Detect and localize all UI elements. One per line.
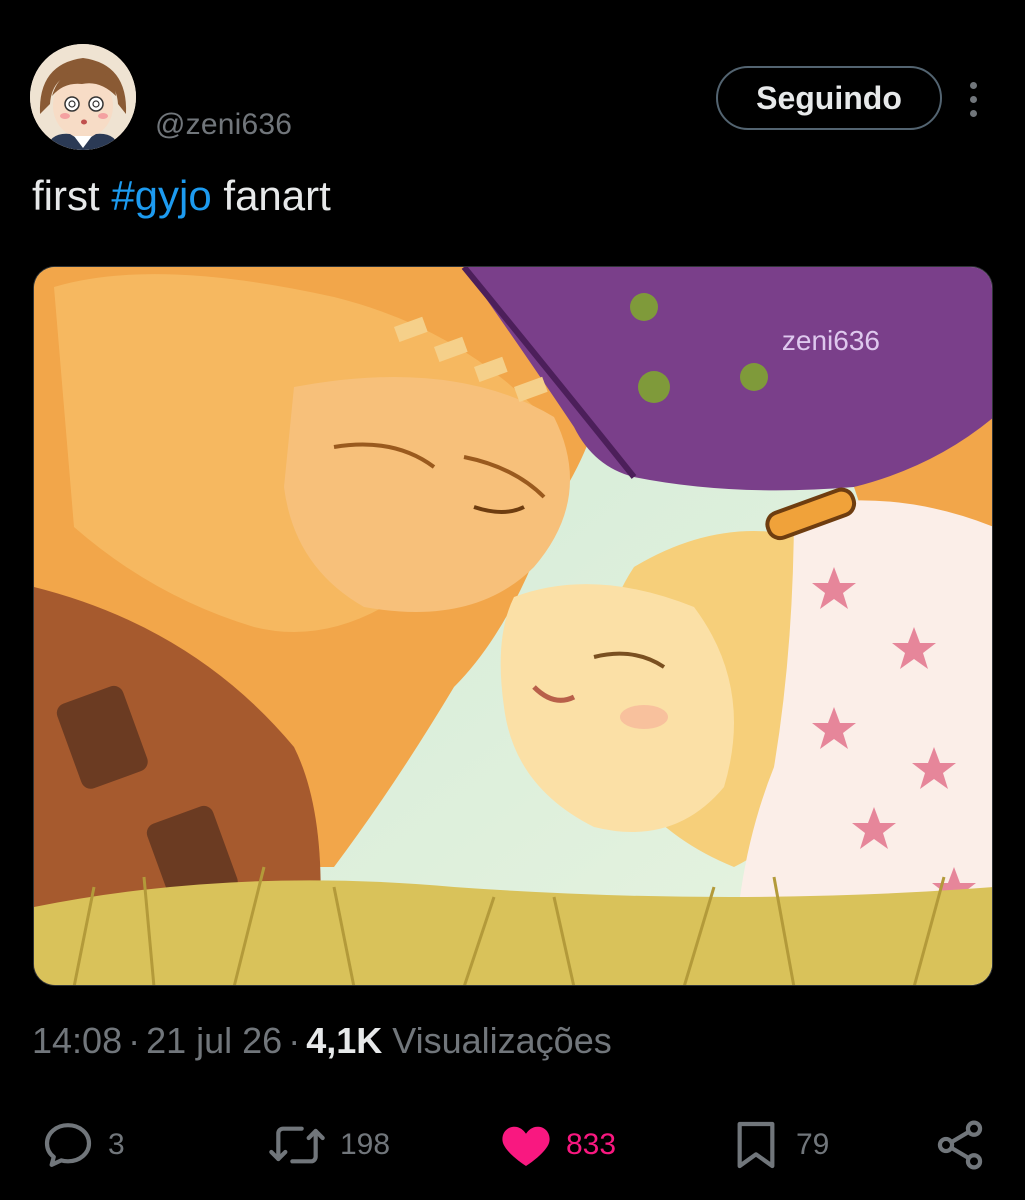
views-label: Visualizações <box>392 1020 612 1061</box>
tweet-detail: @zeni636 Seguindo first #gyjo fanart zen… <box>0 0 1025 1200</box>
share-button[interactable] <box>932 1110 988 1180</box>
bookmark-icon <box>728 1117 784 1173</box>
avatar[interactable] <box>30 44 136 150</box>
tweet-date[interactable]: 21 jul 26 <box>146 1020 282 1061</box>
tweet-time[interactable]: 14:08 <box>32 1020 122 1061</box>
reply-count: 3 <box>108 1128 125 1161</box>
tweet-text: first #gyjo fanart <box>32 172 331 220</box>
retweet-count: 198 <box>340 1128 391 1161</box>
tweet-image[interactable]: zeni636 <box>33 266 993 986</box>
like-count: 833 <box>566 1128 617 1161</box>
more-vertical-icon <box>969 81 977 89</box>
retweet-button[interactable]: 198 <box>266 1110 390 1180</box>
reply-icon <box>40 1117 96 1173</box>
hashtag-link[interactable]: #gyjo <box>111 172 211 219</box>
tweet-actions: 3 198 833 79 <box>0 1110 1025 1180</box>
following-button[interactable]: Seguindo <box>716 66 942 130</box>
meta-separator: · <box>128 1020 141 1061</box>
more-dot <box>969 109 977 117</box>
fanart-illustration <box>34 267 992 985</box>
bookmark-count: 79 <box>796 1128 830 1161</box>
more-options-button[interactable] <box>958 76 988 122</box>
more-dot <box>969 95 977 103</box>
tweet-meta: 14:08 · 21 jul 26 · 4,1K Visualizações <box>32 1020 612 1062</box>
avatar-icon <box>30 44 136 150</box>
image-watermark: zeni636 <box>781 325 880 356</box>
reply-button[interactable]: 3 <box>40 1110 125 1180</box>
views-count: 4,1K <box>306 1020 383 1061</box>
share-icon <box>932 1117 988 1173</box>
tweet-text-after: fanart <box>211 172 331 219</box>
tweet-text-before: first <box>32 172 112 219</box>
like-button[interactable]: 833 <box>498 1110 616 1180</box>
meta-separator: · <box>288 1020 301 1061</box>
retweet-icon <box>266 1117 328 1173</box>
author-handle[interactable]: @zeni636 <box>155 108 292 142</box>
heart-icon <box>498 1117 554 1173</box>
bookmark-button[interactable]: 79 <box>728 1110 829 1180</box>
